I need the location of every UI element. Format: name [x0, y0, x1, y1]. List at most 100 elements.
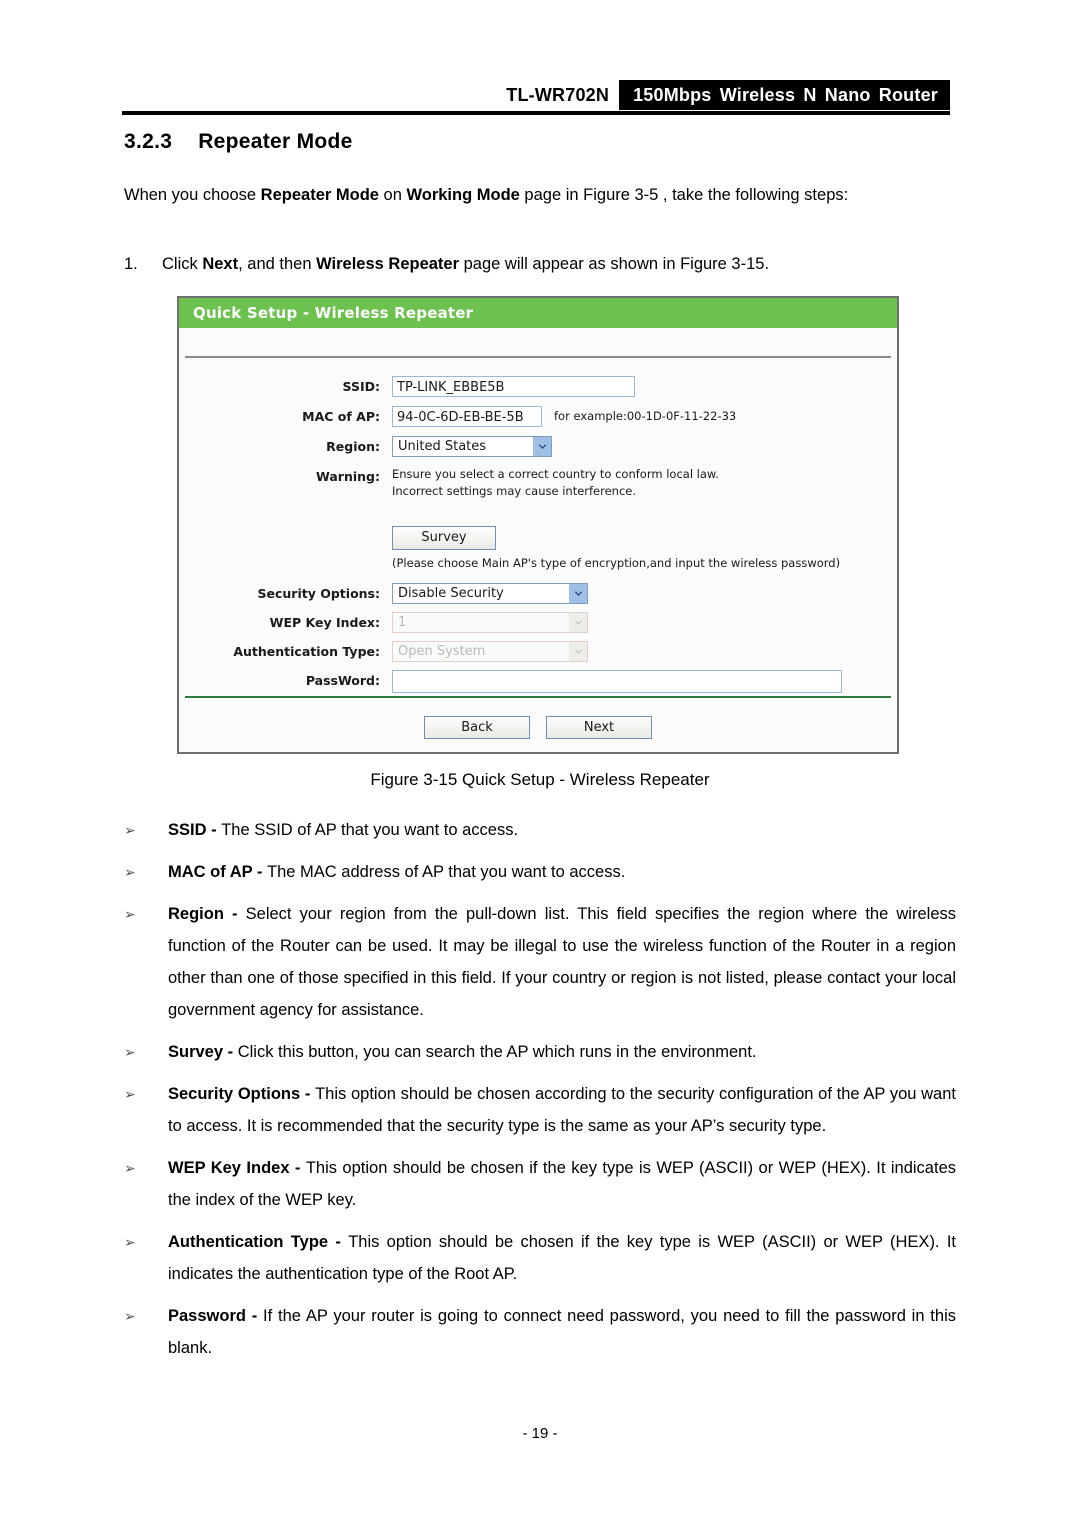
header-row: TL-WR702N 150Mbps Wireless N Nano Router [122, 80, 950, 110]
survey-field-wrap: Survey (Please choose Main AP's type of … [392, 526, 897, 570]
warning-text-line1: Ensure you select a correct country to c… [392, 467, 719, 481]
bullet-text: WEP Key Index - This option should be ch… [168, 1152, 956, 1216]
bullet-body: The MAC address of AP that you want to a… [267, 863, 626, 881]
intro-bold-repeater-mode: Repeater Mode [260, 186, 379, 204]
form-row-wep-key-index: WEP Key Index: 1 [179, 612, 897, 634]
authentication-type-select: Open System [392, 641, 588, 662]
password-field-wrap [392, 670, 897, 693]
form-row-ssid: SSID: TP-LINK_EBBE5B [179, 376, 897, 398]
list-item: ➢ Survey - Click this button, you can se… [124, 1036, 956, 1068]
panel-footer: Back Next [179, 698, 897, 750]
list-item: ➢ Password - If the AP your router is go… [124, 1300, 956, 1364]
bullet-body: Select your region from the pull-down li… [168, 905, 956, 1019]
bullet-text: Password - If the AP your router is goin… [168, 1300, 956, 1364]
intro-bold-working-mode: Working Mode [406, 186, 520, 204]
section-title: Repeater Mode [198, 130, 353, 153]
bullet-body: Click this button, you can search the AP… [237, 1043, 757, 1061]
ssid-input[interactable]: TP-LINK_EBBE5B [392, 376, 635, 397]
step-bold-next: Next [202, 255, 239, 273]
bullet-term: WEP Key Index - [168, 1159, 306, 1177]
bullet-term: Survey - [168, 1043, 238, 1061]
back-button[interactable]: Back [424, 715, 530, 739]
bullet-arrow-icon: ➢ [124, 1044, 136, 1060]
list-item: ➢ Security Options - This option should … [124, 1078, 956, 1142]
bullet-arrow-icon: ➢ [124, 1234, 136, 1250]
region-select-value: United States [398, 439, 487, 454]
chevron-down-icon[interactable] [533, 437, 551, 456]
ssid-field-wrap: TP-LINK_EBBE5B [392, 376, 897, 397]
bullet-arrow-icon: ➢ [124, 822, 136, 838]
bullet-text: Region - Select your region from the pul… [168, 898, 956, 1026]
panel-spacer [179, 328, 897, 356]
password-label: PassWord: [305, 673, 380, 688]
chevron-down-icon [569, 642, 587, 661]
bullet-term: MAC of AP - [168, 863, 267, 881]
intro-mid: on [378, 186, 407, 204]
next-button[interactable]: Next [546, 715, 652, 739]
wep-key-index-label: WEP Key Index: [269, 615, 380, 630]
encryption-hint-text: (Please choose Main AP's type of encrypt… [392, 556, 841, 570]
bullet-term: Security Options - [168, 1085, 316, 1103]
list-item: ➢ WEP Key Index - This option should be … [124, 1152, 956, 1216]
warning-field-wrap: Ensure you select a correct country to c… [392, 466, 897, 500]
header-product-label: 150Mbps Wireless N Nano Router [619, 80, 950, 110]
security-options-select-value: Disable Security [398, 586, 504, 601]
bullet-term: Region - [168, 905, 246, 923]
authentication-type-select-value: Open System [398, 644, 486, 659]
security-options-field-wrap: Disable Security [392, 583, 897, 604]
region-field-wrap: United States [392, 436, 897, 457]
list-item: ➢ SSID - The SSID of AP that you want to… [124, 814, 956, 846]
security-options-select[interactable]: Disable Security [392, 583, 588, 604]
wep-key-index-select-value: 1 [398, 615, 407, 630]
page-header: TL-WR702N 150Mbps Wireless N Nano Router [122, 80, 950, 115]
header-rule-divider [122, 111, 950, 115]
bullet-arrow-icon: ➢ [124, 1160, 136, 1176]
security-options-label: Security Options: [257, 586, 380, 601]
bullet-arrow-icon: ➢ [124, 1308, 136, 1324]
bullet-text: Security Options - This option should be… [168, 1078, 956, 1142]
header-model-label: TL-WR702N [506, 84, 610, 105]
router-admin-screenshot: Quick Setup - Wireless Repeater SSID: TP… [177, 296, 899, 754]
step-suffix: page will appear as shown in Figure 3-15… [459, 255, 770, 273]
form-row-authentication-type: Authentication Type: Open System [179, 641, 897, 663]
region-select[interactable]: United States [392, 436, 552, 457]
list-item: ➢ Authentication Type - This option shou… [124, 1226, 956, 1290]
panel-body: SSID: TP-LINK_EBBE5B MAC of AP: 94-0C-6D… [179, 358, 897, 698]
wep-key-index-select: 1 [392, 612, 588, 633]
step-bold-wireless-repeater: Wireless Repeater [316, 255, 460, 273]
authentication-type-label: Authentication Type: [233, 644, 380, 659]
form-row-security-options: Security Options: Disable Security [179, 583, 897, 605]
bullet-term: Authentication Type - [168, 1233, 349, 1251]
list-item: ➢ MAC of AP - The MAC address of AP that… [124, 856, 956, 888]
form-row-region: Region: United States [179, 436, 897, 458]
form-row-password: PassWord: [179, 670, 897, 693]
bullet-text: Survey - Click this button, you can sear… [168, 1036, 956, 1068]
page-number: - 19 - [522, 1425, 558, 1442]
figure-caption: Figure 3-15 Quick Setup - Wireless Repea… [370, 770, 710, 789]
bullet-term: SSID - [168, 821, 222, 839]
step-item-1: 1. Click Next, and then Wireless Repeater… [124, 250, 950, 278]
mac-example-note: for example:00-1D-0F-11-22-33 [554, 409, 737, 423]
intro-prefix: When you choose [124, 186, 261, 204]
form-row-warning: Warning: Ensure you select a correct cou… [179, 466, 897, 500]
panel-bottom-divider [185, 696, 891, 698]
step-prefix: Click [162, 255, 203, 273]
chevron-down-icon[interactable] [569, 584, 587, 603]
bullet-body: If the AP your router is going to connec… [168, 1307, 956, 1357]
bullet-arrow-icon: ➢ [124, 864, 136, 880]
panel-title: Quick Setup - Wireless Repeater [193, 304, 474, 322]
warning-label: Warning: [316, 469, 380, 484]
bullet-term: Password - [168, 1307, 264, 1325]
warning-text-line2: Incorrect settings may cause interferenc… [392, 484, 637, 498]
mac-of-ap-label: MAC of AP: [302, 409, 380, 424]
list-item: ➢ Region - Select your region from the p… [124, 898, 956, 1026]
survey-button[interactable]: Survey [392, 526, 496, 550]
panel-title-bar: Quick Setup - Wireless Repeater [179, 298, 897, 328]
bullet-list: ➢ SSID - The SSID of AP that you want to… [124, 814, 956, 1374]
bullet-text: MAC of AP - The MAC address of AP that y… [168, 856, 956, 888]
section-number: 3.2.3 [124, 130, 173, 153]
bullet-body: The SSID of AP that you want to access. [221, 821, 519, 839]
form-row-mac-of-ap: MAC of AP: 94-0C-6D-EB-BE-5B for example… [179, 406, 897, 428]
password-input[interactable] [392, 670, 842, 693]
mac-of-ap-input[interactable]: 94-0C-6D-EB-BE-5B [392, 406, 542, 427]
